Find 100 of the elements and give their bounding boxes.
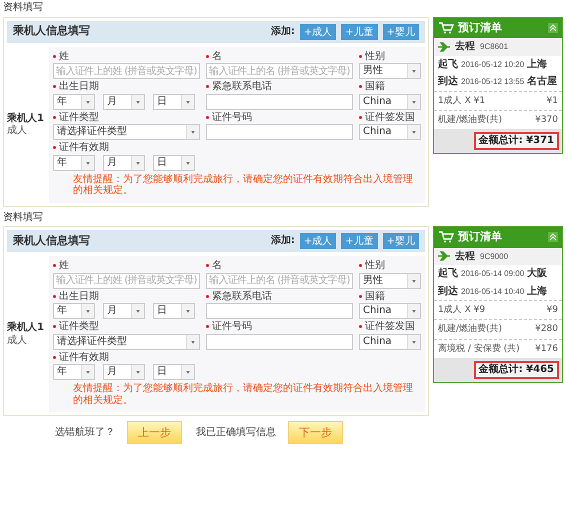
leg-time: 2016-05-12 10:20 bbox=[461, 60, 524, 69]
select-field[interactable]: 男性 bbox=[359, 272, 421, 288]
collapse-icon[interactable] bbox=[548, 22, 558, 33]
field-label: 出生日期 bbox=[59, 81, 99, 92]
date-select[interactable]: 月 bbox=[103, 94, 145, 110]
field-label: 姓 bbox=[59, 260, 69, 272]
caret-icon bbox=[81, 156, 94, 170]
caret-icon bbox=[181, 156, 194, 170]
add-label: 添加: bbox=[270, 26, 295, 38]
price-amount: ¥176 bbox=[535, 344, 558, 354]
airplane-icon bbox=[438, 42, 450, 52]
text-field[interactable]: 输入证件上的姓 (拼音或英文字母) bbox=[53, 272, 200, 288]
card-title: 预订清单 bbox=[458, 231, 503, 244]
text-field[interactable] bbox=[206, 303, 353, 319]
caret-icon bbox=[81, 304, 94, 318]
caret-icon bbox=[186, 125, 199, 139]
price-item: 1成人 X ¥9 bbox=[438, 305, 486, 316]
caret-icon bbox=[181, 365, 194, 379]
caret-icon bbox=[407, 64, 420, 78]
field-label: 出生日期 bbox=[59, 290, 99, 302]
field-label: 国籍 bbox=[365, 81, 385, 92]
select-field[interactable]: China bbox=[359, 124, 421, 140]
total-amount: 金额总计: ¥371 bbox=[474, 132, 559, 150]
section-caption: 资料填写 bbox=[3, 2, 44, 14]
caret-icon bbox=[131, 156, 144, 170]
date-select[interactable]: 年 bbox=[53, 154, 95, 170]
leg-time: 2016-05-12 13:55 bbox=[461, 77, 524, 86]
price-amount: ¥280 bbox=[535, 324, 558, 335]
caret-icon bbox=[181, 94, 194, 108]
caret-icon bbox=[81, 94, 94, 108]
field-label: 证件有效期 bbox=[59, 352, 109, 363]
field-label: 证件有效期 bbox=[59, 142, 109, 154]
select-field[interactable]: China bbox=[359, 303, 421, 319]
caret-icon bbox=[407, 94, 420, 108]
text-field[interactable]: 输入证件上的名 (拼音或英文字母) bbox=[206, 63, 353, 79]
text-field[interactable]: 输入证件上的姓 (拼音或英文字母) bbox=[53, 63, 200, 79]
field-label: 姓 bbox=[59, 50, 69, 62]
flight-number: 9C9000 bbox=[480, 252, 508, 261]
cart-icon bbox=[438, 231, 454, 244]
field-label: 名 bbox=[212, 50, 222, 62]
price-amount: ¥1 bbox=[546, 96, 558, 106]
date-select[interactable]: 日 bbox=[153, 364, 195, 380]
price-amount: ¥370 bbox=[535, 114, 558, 126]
footer-text: 我已正确填写信息 bbox=[196, 426, 276, 438]
price-item: 机建/燃油费(共) bbox=[438, 324, 502, 335]
add-label: 添加: bbox=[270, 235, 295, 247]
caret-icon bbox=[131, 365, 144, 379]
text-field[interactable] bbox=[206, 94, 353, 110]
select-field[interactable]: China bbox=[359, 94, 421, 110]
field-label: 紧急联系电话 bbox=[212, 81, 272, 92]
date-select[interactable]: 月 bbox=[103, 303, 145, 319]
select-field[interactable]: China bbox=[359, 334, 421, 350]
caret-icon bbox=[131, 304, 144, 318]
notice-text: 友情提醒：为了您能够顺利完成旅行，请确定您的证件有效期符合出入境管理的相关规定。 bbox=[72, 174, 414, 196]
airplane-icon bbox=[438, 251, 450, 262]
leg-city: 名古屋 bbox=[527, 76, 558, 88]
passenger-type: 成人 bbox=[7, 334, 28, 346]
field-label: 紧急联系电话 bbox=[212, 290, 272, 302]
section-caption: 资料填写 bbox=[3, 212, 44, 223]
date-select[interactable]: 日 bbox=[153, 154, 195, 170]
footer-text: 选错航班了？ bbox=[55, 426, 115, 438]
price-item: 1成人 X ¥1 bbox=[438, 96, 486, 106]
trip-label: 去程 bbox=[455, 41, 475, 53]
card-title: 预订清单 bbox=[458, 22, 503, 34]
date-select[interactable]: 日 bbox=[153, 303, 195, 319]
text-field[interactable]: 输入证件上的名 (拼音或英文字母) bbox=[206, 272, 353, 288]
date-select[interactable]: 年 bbox=[53, 94, 95, 110]
select-field[interactable]: 请选择证件类型 bbox=[53, 334, 200, 350]
date-select[interactable]: 年 bbox=[53, 364, 95, 380]
price-amount: ¥9 bbox=[546, 305, 558, 316]
price-item: 离境税 / 安保费 (共) bbox=[438, 344, 520, 354]
date-select[interactable]: 月 bbox=[103, 154, 145, 170]
field-label: 名 bbox=[212, 260, 222, 272]
select-field[interactable]: 请选择证件类型 bbox=[53, 124, 200, 140]
leg-label: 起飞 bbox=[438, 58, 458, 70]
caret-icon bbox=[407, 304, 420, 318]
caret-icon bbox=[186, 334, 199, 348]
leg-label: 到达 bbox=[438, 286, 458, 298]
date-select[interactable]: 日 bbox=[153, 94, 195, 110]
field-label: 证件类型 bbox=[59, 321, 99, 332]
select-field[interactable]: 男性 bbox=[359, 63, 421, 79]
text-field[interactable] bbox=[206, 334, 353, 350]
passenger-type: 成人 bbox=[7, 125, 28, 136]
total-amount: 金额总计: ¥465 bbox=[474, 361, 559, 379]
field-label: 证件类型 bbox=[59, 112, 99, 123]
caret-icon bbox=[81, 365, 94, 379]
flight-number: 9C8601 bbox=[480, 42, 508, 52]
form-title: 乘机人信息填写 bbox=[13, 25, 90, 38]
leg-city: 上海 bbox=[527, 286, 548, 298]
leg-time: 2016-05-14 10:40 bbox=[461, 286, 524, 296]
caret-icon bbox=[407, 125, 420, 139]
field-label: 证件签发国 bbox=[365, 112, 415, 123]
trip-label: 去程 bbox=[455, 250, 475, 262]
passenger-label: 乘机人1 bbox=[7, 322, 45, 334]
date-select[interactable]: 月 bbox=[103, 364, 145, 380]
date-select[interactable]: 年 bbox=[53, 303, 95, 319]
cart-icon bbox=[438, 22, 454, 34]
collapse-icon[interactable] bbox=[548, 232, 558, 242]
text-field[interactable] bbox=[206, 124, 353, 140]
form-title: 乘机人信息填写 bbox=[13, 234, 90, 248]
